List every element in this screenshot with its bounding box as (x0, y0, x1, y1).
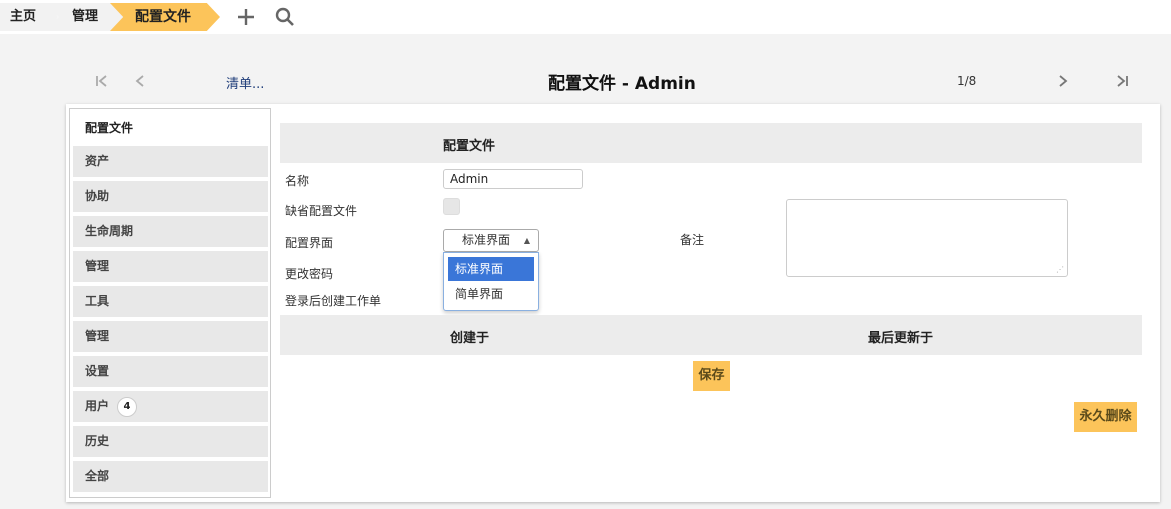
dates-header: 创建于 最后更新于 (280, 315, 1142, 355)
sidebar-item-profile[interactable]: 配置文件 (73, 113, 268, 144)
sidebar-item-label: 管理 (85, 259, 110, 273)
sidebar-item-label: 配置文件 (85, 121, 134, 135)
sidebar-item-users[interactable]: 用户 4 (73, 391, 268, 422)
sidebar-item-assets[interactable]: 资产 (73, 146, 268, 177)
breadcrumb-profiles[interactable]: 配置文件 (110, 3, 220, 31)
sidebar-item-label: 资产 (85, 154, 110, 168)
sidebar-item-lifecycle[interactable]: 生命周期 (73, 216, 268, 247)
sidebar-item-all[interactable]: 全部 (73, 461, 268, 492)
change-password-label: 更改密码 (285, 267, 334, 281)
section-title: 配置文件 (443, 139, 496, 154)
interface-option-standard[interactable]: 标准界面 (448, 257, 534, 281)
created-label: 创建于 (450, 331, 490, 346)
create-ticket-label: 登录后创建工作单 (285, 294, 382, 308)
count-badge: 4 (117, 396, 138, 417)
form-section-header: 配置文件 (280, 123, 1142, 163)
sidebar-item-label: 历史 (85, 434, 110, 448)
name-input[interactable]: Admin (443, 169, 583, 189)
default-profile-checkbox[interactable] (443, 198, 460, 215)
sidebar-item-label: 生命周期 (85, 224, 134, 238)
interface-label: 配置界面 (285, 236, 334, 250)
sidebar-item-label: 管理 (85, 329, 110, 343)
record-navigation: 清单... 配置文件 - Admin 1/8 (0, 62, 1171, 100)
resize-grip-icon[interactable]: ⋰ (1056, 265, 1064, 274)
sidebar-item-label: 设置 (85, 364, 110, 378)
save-button[interactable]: 保存 (693, 361, 730, 391)
interface-dropdown: 标准界面 简单界面 (443, 252, 539, 311)
record-counter: 1/8 (957, 74, 977, 88)
top-bar: 主页 管理 配置文件 (0, 0, 1171, 34)
updated-label: 最后更新于 (868, 331, 934, 346)
sidebar-item-management[interactable]: 管理 (73, 251, 268, 282)
default-profile-label: 缺省配置文件 (285, 204, 358, 218)
main-panel: 配置文件 资产 协助 生命周期 管理 工具 管理 设置 用户 4 历史 全部 配置… (66, 104, 1160, 502)
interface-option-simple[interactable]: 简单界面 (448, 282, 534, 306)
name-label: 名称 (285, 174, 310, 188)
comment-label: 备注 (680, 233, 705, 247)
sidebar-item-administration[interactable]: 管理 (73, 321, 268, 352)
plus-icon[interactable] (234, 5, 258, 29)
sidebar-item-history[interactable]: 历史 (73, 426, 268, 457)
sidebar: 配置文件 资产 协助 生命周期 管理 工具 管理 设置 用户 4 历史 全部 (69, 108, 271, 498)
comment-textarea[interactable]: ⋰ (786, 199, 1068, 277)
first-record-icon[interactable] (90, 70, 112, 92)
breadcrumb-home[interactable]: 主页 (0, 3, 58, 31)
page-title: 配置文件 - Admin (548, 74, 696, 94)
sidebar-item-tools[interactable]: 工具 (73, 286, 268, 317)
interface-select[interactable]: 标准界面 ▲ (443, 229, 539, 252)
next-record-icon[interactable] (1052, 70, 1074, 92)
sidebar-item-label: 全部 (85, 469, 110, 483)
interface-select-value: 标准界面 (462, 233, 511, 247)
sidebar-item-assistance[interactable]: 协助 (73, 181, 268, 212)
sidebar-item-label: 工具 (85, 294, 110, 308)
sidebar-item-label: 协助 (85, 189, 110, 203)
sidebar-item-label: 用户 (85, 399, 110, 413)
last-record-icon[interactable] (1112, 70, 1134, 92)
list-link[interactable]: 清单... (226, 73, 264, 92)
sidebar-item-setup[interactable]: 设置 (73, 356, 268, 387)
previous-record-icon[interactable] (129, 70, 151, 92)
search-icon[interactable] (273, 5, 297, 29)
caret-up-icon: ▲ (523, 236, 530, 245)
delete-permanently-button[interactable]: 永久删除 (1074, 402, 1137, 432)
